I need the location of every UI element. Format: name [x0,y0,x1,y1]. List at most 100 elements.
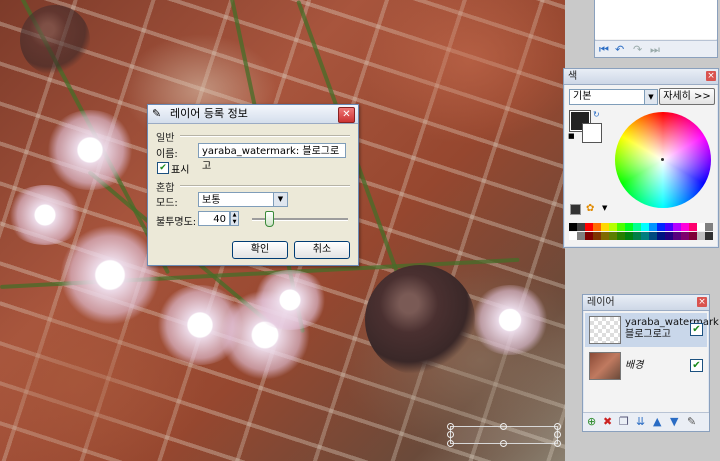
history-list[interactable] [595,0,717,39]
move-up-icon[interactable]: ▲ [653,415,661,428]
watermark-selection[interactable] [447,423,561,447]
blend-mode-select[interactable]: 보통 ▼ [198,192,288,207]
layer-name: yaraba_watermark: 블로그로고 [625,317,720,340]
palette-swatch[interactable] [705,232,713,240]
resize-handle[interactable] [447,440,454,447]
group-label-general: 일반 [156,133,175,144]
cancel-button[interactable]: 취소 [294,241,350,259]
palette-swatch[interactable] [569,223,577,231]
duplicate-layer-icon[interactable]: ❐ [619,415,629,428]
palette-swatch[interactable] [609,232,617,240]
palette-swatch[interactable] [593,223,601,231]
close-icon[interactable]: × [706,71,716,81]
layer-thumbnail [589,316,621,344]
palette-swatch[interactable] [681,223,689,231]
delete-layer-icon[interactable]: ✖ [603,415,612,428]
chevron-down-icon: ▼ [644,90,657,104]
layer-visibility-checkbox[interactable]: ✔ [690,323,703,336]
palette-swatch[interactable] [697,223,705,231]
layer-row-background[interactable]: 배경 ✔ [585,349,707,383]
palette-swatch[interactable] [569,232,577,240]
opacity-label: 불투명도: [156,217,197,228]
palette-menu-icon[interactable]: ✿ [586,203,594,214]
opacity-input[interactable]: 40 [198,211,230,226]
chevron-down-icon[interactable]: ▼ [602,204,607,212]
palette-swatch[interactable] [657,223,665,231]
palette-swatch[interactable] [585,232,593,240]
palette-swatch[interactable] [673,232,681,240]
resize-handle[interactable] [554,423,561,430]
resize-handle[interactable] [554,440,561,447]
move-down-icon[interactable]: ▼ [670,415,678,428]
colors-panel: 색 × 기본 ▼ 자세히 >> ↻ ■ ✿ ▼ [563,68,719,248]
palette-swatch[interactable] [617,223,625,231]
panel-title-text: 색 [568,71,578,82]
palette-swatch[interactable] [601,223,609,231]
close-icon[interactable]: × [697,297,707,307]
resize-handle[interactable] [447,431,454,438]
palette-swatch[interactable] [601,232,609,240]
more-button[interactable]: 자세히 >> [659,88,715,105]
palette-swatch[interactable] [673,223,681,231]
palette-swatch[interactable] [657,232,665,240]
opacity-spinner[interactable]: ▲ ▼ [230,211,239,226]
secondary-color-swatch[interactable] [582,123,602,143]
redo-icon[interactable]: ↷ [633,43,642,56]
palette-swatch[interactable] [641,223,649,231]
color-wheel[interactable] [615,112,711,208]
palette-swatch[interactable] [689,232,697,240]
blend-mode-label: 모드: [156,198,178,209]
palette-swatch[interactable] [577,232,585,240]
resize-handle[interactable] [500,440,507,447]
palette-swatch[interactable] [633,223,641,231]
palette-swatch[interactable] [649,223,657,231]
palette-swatch[interactable] [665,232,673,240]
add-layer-icon[interactable]: ⊕ [587,415,596,428]
swap-colors-icon[interactable]: ↻ [593,110,600,119]
name-label: 이름: [156,149,178,160]
palette-swatch[interactable] [633,232,641,240]
palette-swatch[interactable] [689,223,697,231]
palette-swatch[interactable] [617,232,625,240]
color-palette[interactable] [569,223,715,241]
resize-handle[interactable] [447,423,454,430]
divider [180,185,350,187]
layer-row-watermark[interactable]: yaraba_watermark: 블로그로고 ✔ [585,313,720,347]
seed-head [365,265,475,375]
layer-name-input[interactable]: yaraba_watermark: 블로그로고 [198,143,346,172]
palette-swatch[interactable] [697,232,705,240]
layer-visibility-checkbox[interactable]: ✔ [690,359,703,372]
palette-swatch[interactable] [585,223,593,231]
palette-swatch[interactable] [593,232,601,240]
palette-swatch[interactable] [609,223,617,231]
reset-colors-icon[interactable]: ■ [568,132,575,140]
dialog-titlebar[interactable]: ✎ 레이어 등록 정보 ✕ [148,105,358,124]
ok-button[interactable]: 확인 [232,241,288,259]
palette-swatch[interactable] [577,223,585,231]
seed-head [20,5,90,75]
palette-swatch[interactable] [625,223,633,231]
color-mode-select[interactable]: 기본 ▼ [569,89,658,105]
foreground-mini-icon[interactable] [570,204,581,215]
resize-handle[interactable] [554,431,561,438]
palette-swatch[interactable] [705,223,713,231]
opacity-slider-thumb[interactable] [265,211,275,227]
close-icon[interactable]: ✕ [338,107,355,123]
palette-swatch[interactable] [625,232,633,240]
palette-swatch[interactable] [649,232,657,240]
last-step-icon[interactable]: ⏭ [650,43,660,57]
visible-checkbox[interactable]: ✔ [157,162,169,174]
palette-swatch[interactable] [681,232,689,240]
palette-swatch[interactable] [641,232,649,240]
layer-properties-dialog: ✎ 레이어 등록 정보 ✕ 일반 이름: yaraba_watermark: 블… [147,104,359,266]
layer-properties-icon[interactable]: ✎ [687,415,696,428]
undo-icon[interactable]: ↶ [615,43,624,56]
colors-panel-title: 색 × [564,69,718,85]
dialog-title: 레이어 등록 정보 [170,107,248,120]
resize-handle[interactable] [500,423,507,430]
visible-label: 표시 [171,165,190,176]
merge-down-icon[interactable]: ⇊ [636,415,645,428]
palette-swatch[interactable] [665,223,673,231]
first-step-icon[interactable]: ⏮ [599,43,609,57]
history-panel: ⏮ ↶ ↷ ⏭ [594,0,718,58]
